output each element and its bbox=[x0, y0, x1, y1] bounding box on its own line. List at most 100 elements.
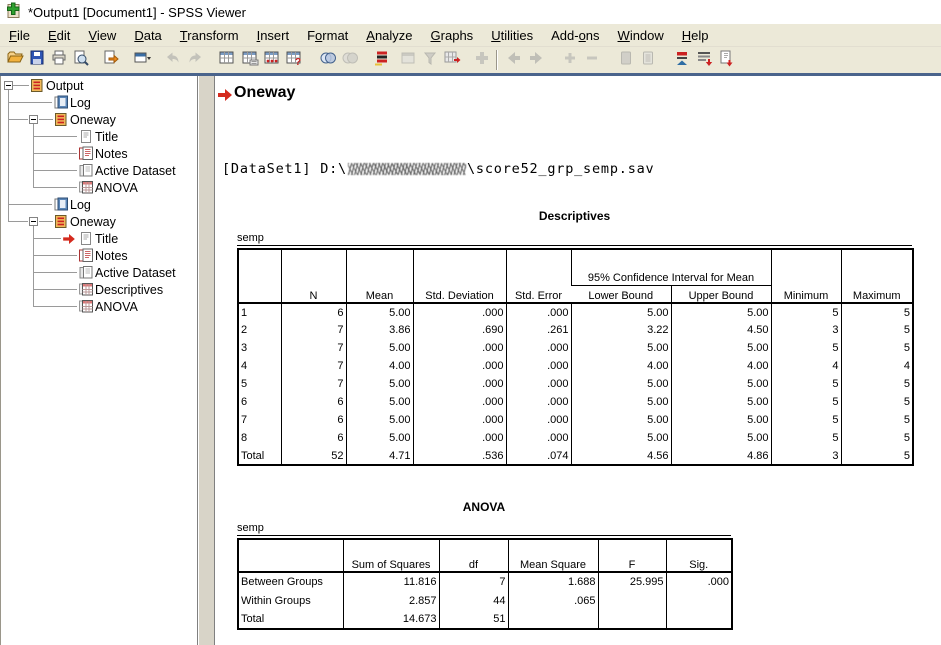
tree-item-output[interactable]: Output bbox=[30, 77, 86, 94]
cell: 1 bbox=[238, 303, 281, 321]
menu-add-ons[interactable]: Add-ons bbox=[542, 26, 608, 45]
select-last-output-button[interactable] bbox=[371, 49, 393, 71]
cell: 4.50 bbox=[671, 321, 771, 339]
undo-button bbox=[162, 49, 184, 71]
redo-button bbox=[184, 49, 206, 71]
tree-item-notes[interactable]: Notes bbox=[79, 247, 130, 264]
tree-item-descriptives[interactable]: Descriptives bbox=[79, 281, 165, 298]
cell: Total bbox=[238, 610, 343, 629]
cell: 5 bbox=[771, 411, 841, 429]
table-icon bbox=[79, 180, 93, 195]
tree-item-notes[interactable]: Notes bbox=[79, 145, 130, 162]
cell bbox=[508, 610, 598, 629]
cell: .000 bbox=[506, 357, 571, 375]
descriptives-pivot-table[interactable]: NMeanStd. DeviationStd. Error95% Confide… bbox=[237, 248, 914, 466]
pane-splitter[interactable] bbox=[198, 76, 215, 645]
menu-transform[interactable]: Transform bbox=[171, 26, 248, 45]
print-preview-button[interactable] bbox=[70, 49, 92, 71]
print-icon bbox=[50, 49, 68, 72]
tree-item-oneway[interactable]: Oneway bbox=[54, 213, 118, 230]
filter-funnel-button bbox=[419, 49, 441, 71]
tree-item-active-dataset[interactable]: Active Dataset bbox=[79, 264, 178, 281]
open-file-button[interactable] bbox=[4, 49, 26, 71]
cell: 5.00 bbox=[346, 411, 413, 429]
tree-connector-line bbox=[13, 85, 29, 86]
tree-item-title[interactable]: Title bbox=[79, 128, 120, 145]
cell bbox=[598, 610, 666, 629]
cell: 7 bbox=[281, 321, 346, 339]
tree-item-anova[interactable]: ANOVA bbox=[79, 179, 140, 196]
use-variable-sets-button[interactable] bbox=[317, 49, 339, 71]
cell: 5 bbox=[771, 393, 841, 411]
export-output-button[interactable] bbox=[100, 49, 122, 71]
menu-data[interactable]: Data bbox=[125, 26, 170, 45]
svg-text:?: ? bbox=[295, 57, 301, 67]
menu-view[interactable]: View bbox=[79, 26, 125, 45]
tree-item-active-dataset[interactable]: Active Dataset bbox=[79, 162, 178, 179]
cell: 5.00 bbox=[671, 429, 771, 447]
tree-item-label: Oneway bbox=[68, 113, 118, 127]
column-header: Std. Error bbox=[506, 249, 571, 303]
tree-item-label: Active Dataset bbox=[93, 164, 178, 178]
cell: 5.00 bbox=[571, 303, 671, 321]
recall-dialogs-button[interactable] bbox=[132, 49, 154, 71]
tree-connector-line bbox=[39, 221, 53, 222]
cell: 4.86 bbox=[671, 447, 771, 465]
title-icon bbox=[79, 129, 93, 144]
tree-connector-line bbox=[33, 187, 77, 188]
expander-minus[interactable] bbox=[29, 115, 38, 124]
tree-item-log[interactable]: Log bbox=[54, 196, 93, 213]
output-pane: Oneway [DataSet1] D:\\score52_grp_semp.s… bbox=[215, 76, 941, 645]
insert-heading-button[interactable] bbox=[671, 49, 693, 71]
insert-data-button[interactable] bbox=[441, 49, 463, 71]
find-button[interactable]: ? bbox=[283, 49, 305, 71]
column-header bbox=[238, 539, 343, 572]
cell: 51 bbox=[439, 610, 508, 629]
descriptives-table-title: Descriptives bbox=[237, 209, 912, 223]
cell bbox=[666, 591, 732, 610]
menu-graphs[interactable]: Graphs bbox=[422, 26, 483, 45]
anova-table: Sum of SquaresdfMean SquareFSig.Between … bbox=[237, 538, 733, 630]
cell: 5.00 bbox=[571, 375, 671, 393]
variables-button[interactable] bbox=[261, 49, 283, 71]
menu-help[interactable]: Help bbox=[673, 26, 718, 45]
menu-window[interactable]: Window bbox=[609, 26, 673, 45]
cell: .000 bbox=[413, 303, 506, 321]
tree-item-log[interactable]: Log bbox=[54, 94, 93, 111]
expand-outline-icon bbox=[561, 49, 579, 72]
cell: 5 bbox=[841, 429, 913, 447]
insert-new-title-button[interactable] bbox=[693, 49, 715, 71]
print-button[interactable] bbox=[48, 49, 70, 71]
expander-minus[interactable] bbox=[29, 217, 38, 226]
table-row: Within Groups2.85744.065 bbox=[238, 591, 732, 610]
cell: 14.673 bbox=[343, 610, 439, 629]
book-icon bbox=[54, 214, 68, 229]
menu-format[interactable]: Format bbox=[298, 26, 357, 45]
tree-item-title[interactable]: Title bbox=[79, 230, 120, 247]
tree-connector-line bbox=[33, 306, 77, 307]
goto-case-icon bbox=[241, 49, 259, 72]
dataset-icon bbox=[79, 265, 93, 280]
expander-minus[interactable] bbox=[4, 81, 13, 90]
tree-connector-line bbox=[8, 221, 28, 222]
save-file-button[interactable] bbox=[26, 49, 48, 71]
menu-utilities[interactable]: Utilities bbox=[482, 26, 542, 45]
cell: 4.56 bbox=[571, 447, 671, 465]
menu-insert[interactable]: Insert bbox=[248, 26, 299, 45]
cell: 6 bbox=[281, 411, 346, 429]
selected-item-arrow-icon bbox=[63, 233, 75, 247]
menu-file[interactable]: File bbox=[0, 26, 39, 45]
expand-outline-button bbox=[559, 49, 581, 71]
anova-pivot-table[interactable]: Sum of SquaresdfMean SquareFSig.Between … bbox=[237, 538, 733, 630]
tree-item-anova[interactable]: ANOVA bbox=[79, 298, 140, 315]
table-row: Total524.71.536.0744.564.8635 bbox=[238, 447, 913, 465]
insert-new-text-button[interactable] bbox=[715, 49, 737, 71]
goto-data-button[interactable] bbox=[216, 49, 238, 71]
promote-outline-icon bbox=[505, 49, 523, 72]
cell: 5.00 bbox=[346, 339, 413, 357]
menu-analyze[interactable]: Analyze bbox=[357, 26, 421, 45]
tree-item-oneway[interactable]: Oneway bbox=[54, 111, 118, 128]
cell: 5.00 bbox=[571, 429, 671, 447]
goto-case-button[interactable] bbox=[239, 49, 261, 71]
menu-edit[interactable]: Edit bbox=[39, 26, 79, 45]
